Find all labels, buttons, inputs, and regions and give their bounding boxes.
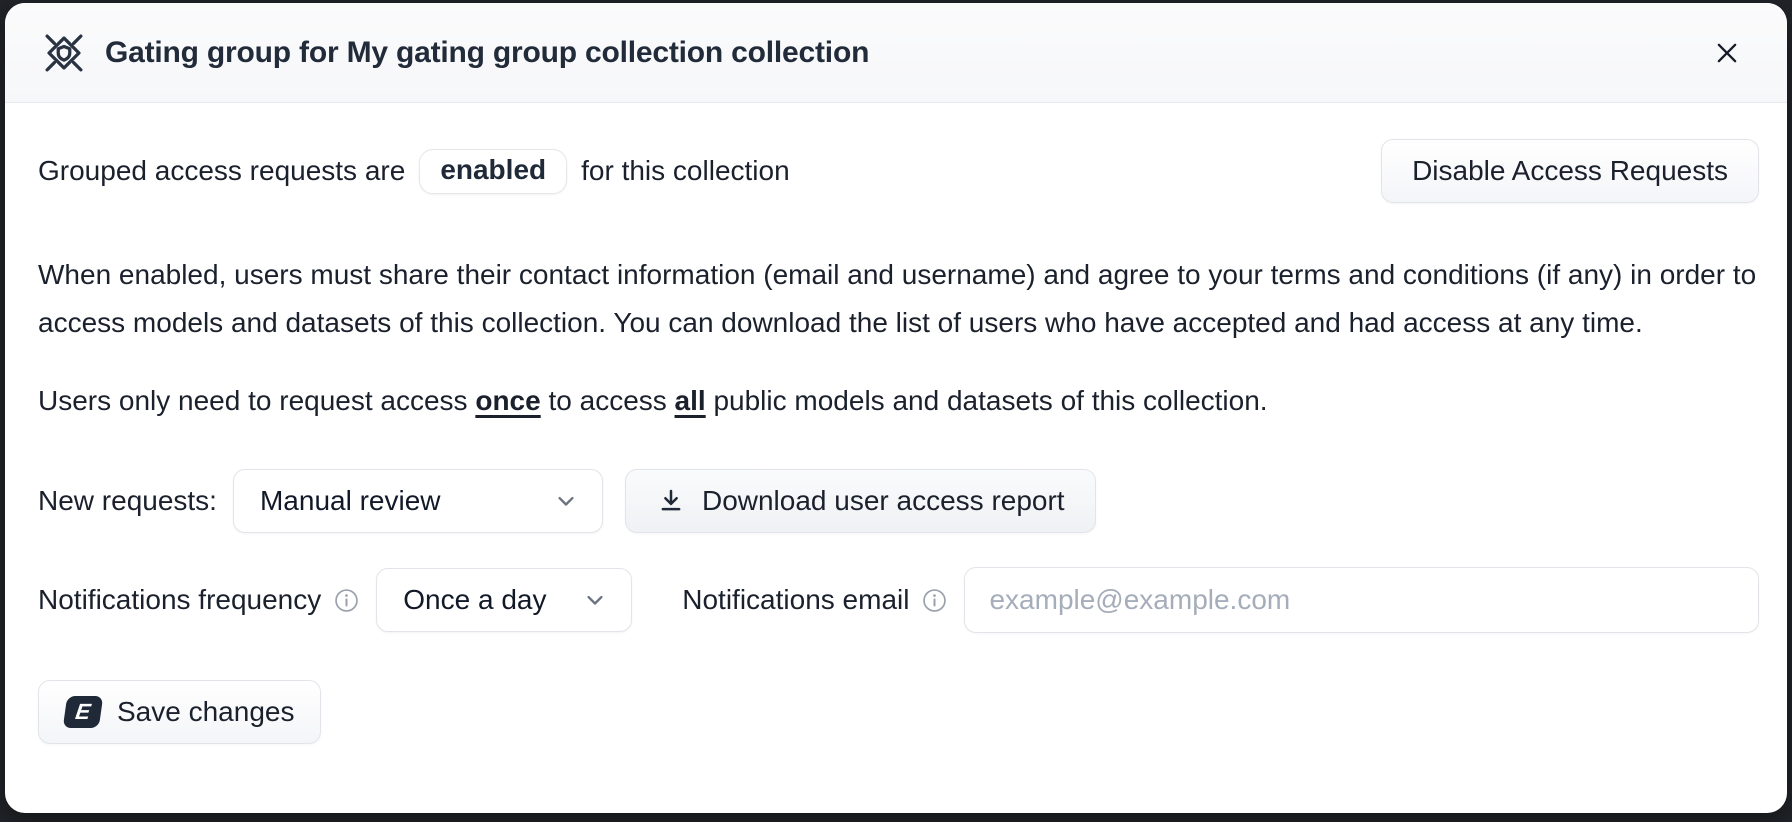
enabled-badge: enabled [419, 149, 567, 194]
description-paragraph: When enabled, users must share their con… [38, 251, 1759, 347]
new-requests-row: New requests: Manual review Dow [38, 469, 1759, 533]
close-button[interactable] [1705, 31, 1749, 75]
new-requests-select[interactable]: Manual review [233, 469, 603, 533]
download-icon [656, 486, 686, 516]
note-bold-all: all [675, 385, 706, 416]
chevron-down-icon [581, 586, 609, 614]
enterprise-icon: E [63, 696, 103, 728]
note-paragraph: Users only need to request access once t… [38, 377, 1759, 425]
notifications-row: Notifications frequency Once a day Notif… [38, 567, 1759, 633]
modal-title-wrap: Gating group for My gating group collect… [41, 30, 869, 76]
download-report-button[interactable]: Download user access report [625, 469, 1096, 533]
note-text-before: Users only need to request access [38, 385, 468, 416]
status-text: Grouped access requests are enabled for … [38, 149, 790, 194]
modal-content: Grouped access requests are enabled for … [5, 103, 1787, 744]
close-icon [1713, 39, 1741, 67]
status-text-before: Grouped access requests are [38, 155, 405, 187]
modal-title: Gating group for My gating group collect… [105, 36, 869, 70]
status-row: Grouped access requests are enabled for … [38, 139, 1759, 203]
save-changes-button[interactable]: E Save changes [38, 680, 321, 744]
frequency-selected-value: Once a day [403, 584, 546, 616]
notifications-frequency-label: Notifications frequency [38, 584, 321, 616]
note-text-after: public models and datasets of this colle… [713, 385, 1267, 416]
info-icon[interactable] [921, 587, 948, 614]
notifications-frequency-select[interactable]: Once a day [376, 568, 632, 632]
gated-icon [41, 30, 87, 76]
new-requests-selected-value: Manual review [260, 485, 441, 517]
status-text-after: for this collection [581, 155, 790, 187]
notifications-email-label: Notifications email [682, 584, 909, 616]
gating-group-modal: Gating group for My gating group collect… [5, 3, 1787, 813]
note-bold-once: once [475, 385, 540, 416]
info-icon[interactable] [333, 587, 360, 614]
download-report-label: Download user access report [702, 485, 1065, 517]
chevron-down-icon [552, 487, 580, 515]
disable-access-requests-button[interactable]: Disable Access Requests [1381, 139, 1759, 203]
save-changes-label: Save changes [117, 696, 294, 728]
new-requests-label: New requests: [38, 485, 217, 517]
modal-header: Gating group for My gating group collect… [5, 3, 1787, 103]
note-text-mid: to access [548, 385, 666, 416]
notifications-email-input[interactable] [964, 567, 1759, 633]
